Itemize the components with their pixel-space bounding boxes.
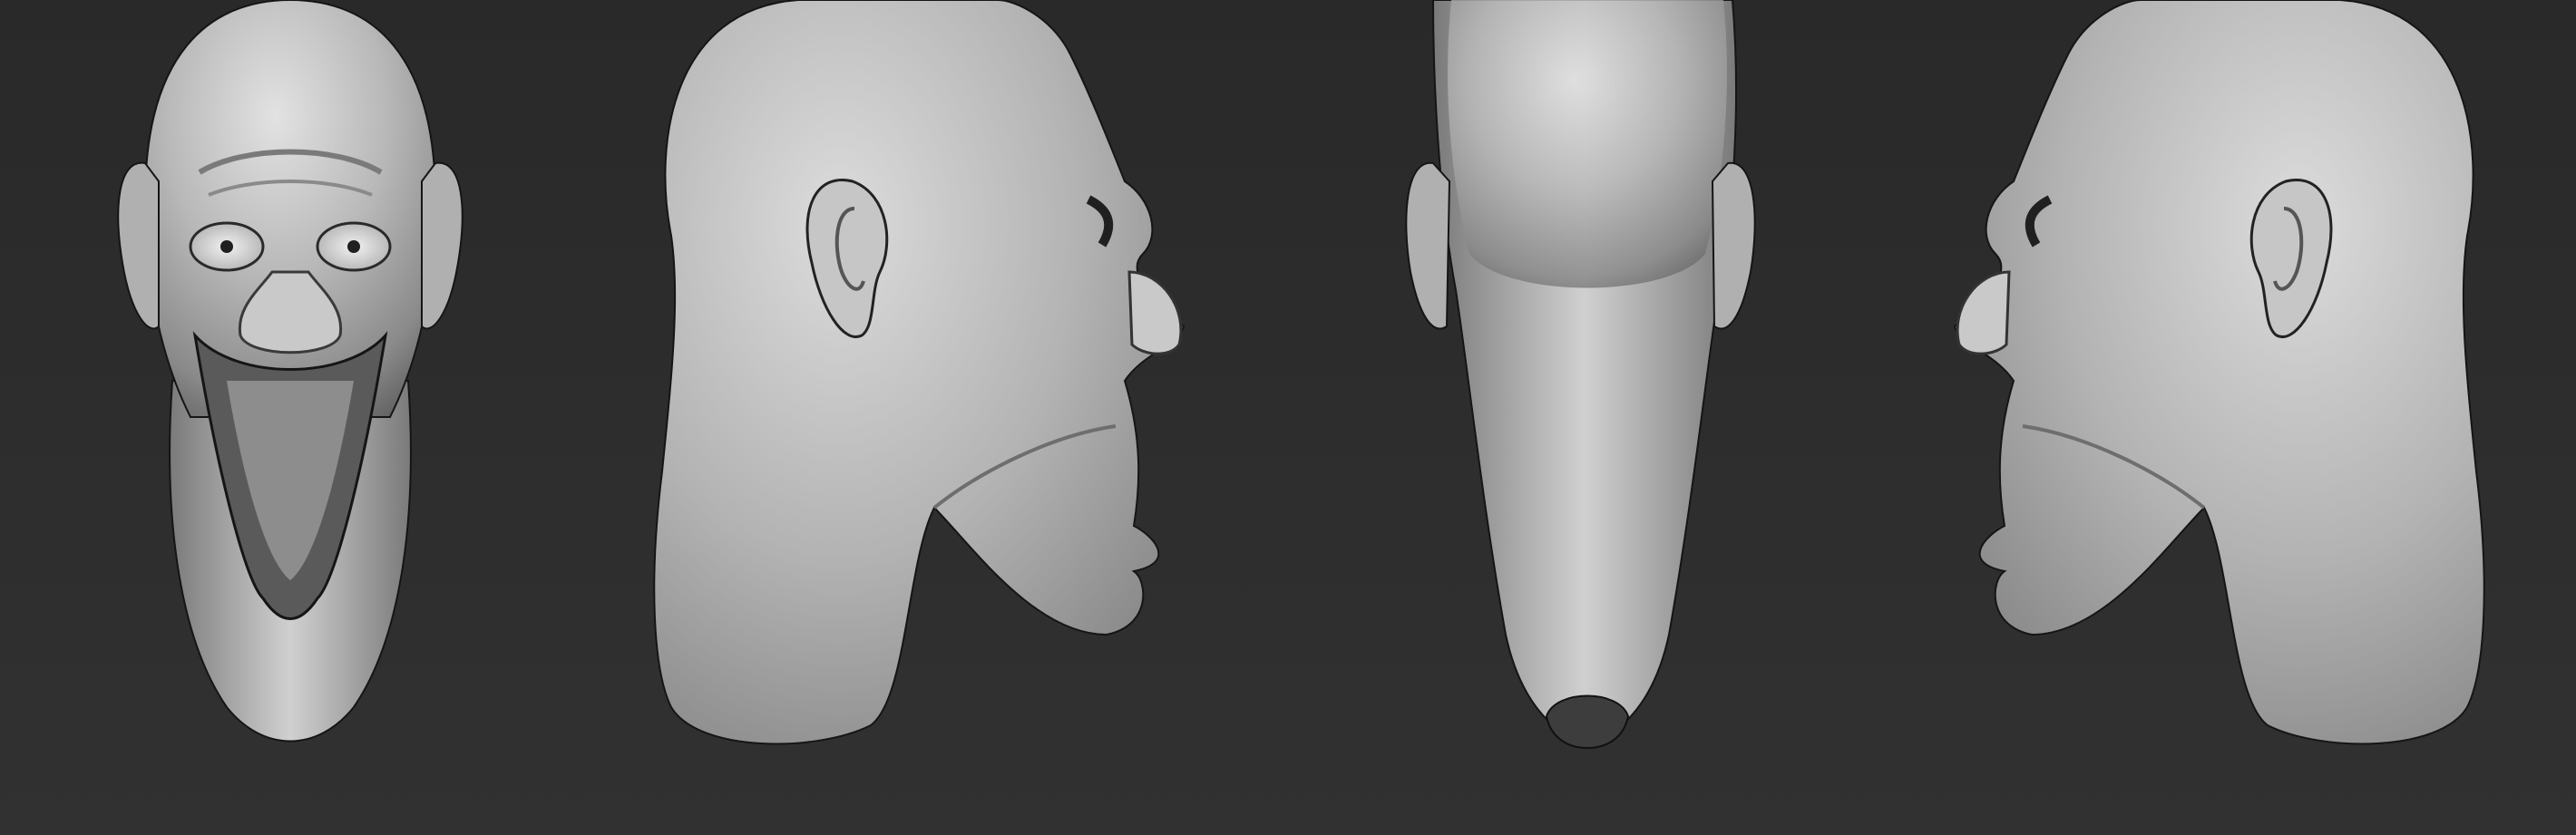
back-view[interactable] [1397,0,1778,835]
front-view[interactable] [91,0,490,835]
viewport-canvas[interactable] [0,0,2576,835]
head-right-profile-model [653,0,1186,745]
head-left-profile-model [1953,0,2485,745]
right-profile-view[interactable] [635,0,1215,835]
left-profile-view[interactable] [1923,0,2503,835]
head-front-model [117,0,463,743]
head-back-model [1405,0,1756,750]
